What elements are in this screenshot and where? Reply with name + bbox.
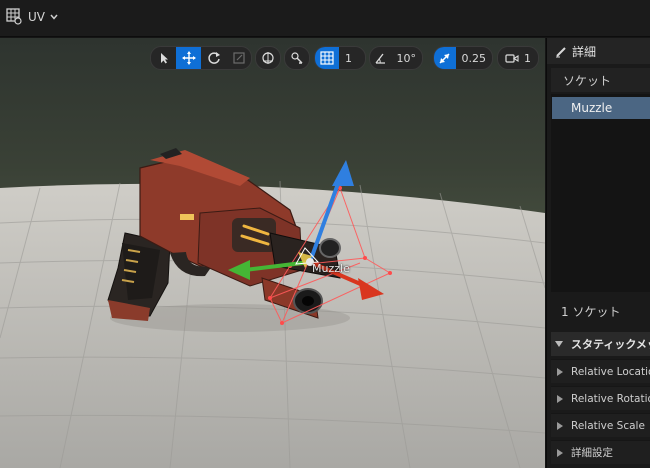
rotate-tool-button[interactable]	[201, 47, 226, 69]
expand-triangle-icon	[557, 394, 563, 403]
grid-snap-toggle[interactable]	[315, 47, 339, 69]
move-arrows-icon	[181, 51, 196, 65]
scale-icon	[232, 52, 245, 64]
camera-speed-button[interactable]	[498, 47, 522, 69]
scale-snap-group: 0.25	[433, 46, 493, 70]
surface-snap-icon	[291, 52, 303, 64]
viewport-top-bar: UV	[0, 0, 650, 37]
scale-snap-toggle[interactable]	[434, 47, 456, 69]
surface-snapping-button[interactable]	[285, 47, 309, 69]
scale-arrow-icon	[439, 52, 450, 64]
grid-snap-group: 1	[314, 46, 366, 70]
collapse-triangle-icon	[555, 341, 563, 347]
details-panel: 詳細 ソケット Muzzle 1 ソケット スタティックメッシュソケット Rel…	[546, 38, 650, 468]
socket-count: 1 ソケット	[551, 298, 650, 324]
uv-dropdown-button[interactable]: UV	[2, 6, 63, 28]
property-label: Relative Location	[571, 365, 650, 378]
advanced-settings-row[interactable]: 詳細設定	[551, 440, 650, 464]
camera-icon	[505, 53, 519, 63]
property-label: 詳細設定	[571, 447, 613, 459]
select-tool-button[interactable]	[151, 47, 176, 69]
uv-grid-icon	[6, 8, 22, 25]
angle-icon	[375, 53, 385, 64]
details-title: 詳細	[572, 44, 597, 59]
socket-viewport-label: Muzzle	[312, 262, 350, 275]
grid-snap-value[interactable]: 1	[339, 52, 358, 65]
details-tab[interactable]: 詳細	[547, 38, 650, 64]
static-mesh-section-label: スタティックメッシュソケット	[571, 338, 650, 351]
world-axes-icon	[262, 52, 274, 64]
expand-triangle-icon	[557, 367, 563, 376]
uv-label: UV	[28, 10, 45, 24]
property-label: Relative Rotation	[571, 392, 650, 405]
3d-viewport[interactable]: Muzzle 1 10° 0.25 1	[0, 38, 545, 468]
rotation-snap-toggle[interactable]	[370, 47, 391, 69]
cursor-arrow-icon	[160, 53, 168, 64]
socket-section-title: ソケット	[551, 68, 650, 92]
expand-triangle-icon	[557, 421, 563, 430]
grid-icon	[320, 51, 334, 65]
rotate-icon	[207, 52, 220, 64]
rotation-snap-value[interactable]: 10°	[391, 52, 423, 65]
static-mesh-socket-section[interactable]: スタティックメッシュソケット	[551, 332, 650, 356]
pistol-model[interactable]	[0, 38, 545, 468]
socket-list: Muzzle	[551, 94, 650, 292]
chevron-down-icon	[50, 14, 58, 20]
socket-list-item[interactable]: Muzzle	[552, 97, 650, 119]
property-label: Relative Scale	[571, 419, 645, 432]
scale-snap-value[interactable]: 0.25	[456, 52, 493, 65]
relative-rotation-row[interactable]: Relative Rotation	[551, 386, 650, 410]
expand-triangle-icon	[557, 448, 563, 457]
camera-speed-group: 1	[497, 46, 539, 70]
surface-snapping-group	[284, 46, 310, 70]
relative-scale-row[interactable]: Relative Scale	[551, 413, 650, 437]
surface-snap-group	[255, 46, 281, 70]
transform-tools-group	[150, 46, 252, 70]
translate-tool-button[interactable]	[176, 47, 201, 69]
pencil-icon	[556, 46, 566, 57]
scale-tool-button[interactable]	[226, 47, 251, 69]
rotation-snap-group: 10°	[369, 46, 423, 70]
camera-speed-value[interactable]: 1	[522, 52, 537, 65]
relative-location-row[interactable]: Relative Location	[551, 359, 650, 383]
coordinate-system-button[interactable]	[256, 47, 280, 69]
